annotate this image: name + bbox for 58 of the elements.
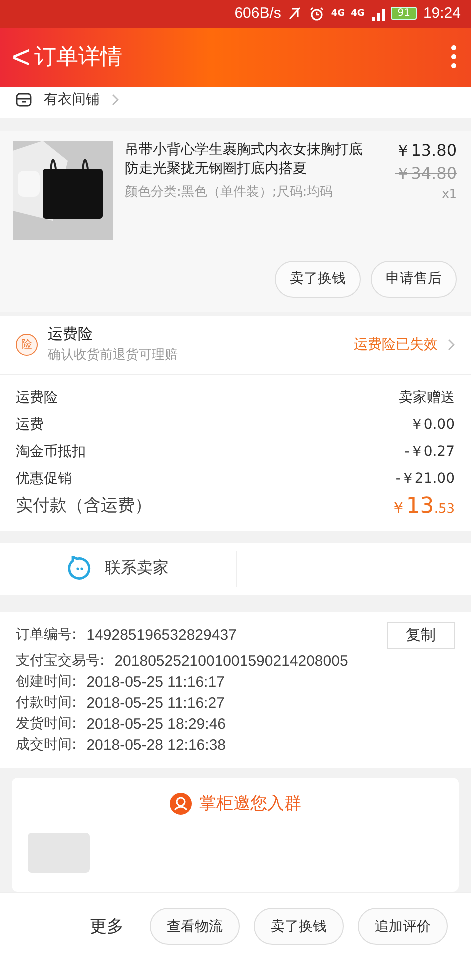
product-price: ￥13.80 [395, 140, 457, 162]
insurance-title: 运费险 [48, 325, 94, 344]
info-label: 订单编号: [16, 626, 77, 645]
page-title: 订单详情 [34, 44, 124, 72]
info-label: 支付宝交易号: [16, 652, 105, 671]
clock-time: 19:24 [423, 5, 461, 22]
insurance-status: 运费险已失效 [354, 336, 438, 354]
group-icon [170, 792, 192, 814]
copy-button[interactable]: 复制 [387, 622, 455, 649]
signal-icon [370, 6, 385, 21]
info-label: 发货时间: [16, 715, 77, 734]
info-label: 成交时间: [16, 736, 77, 755]
insurance-row[interactable]: 险 运费险 确认收货前退货可理赔 运费险已失效 [0, 316, 471, 375]
fee-value: 卖家赠送 [399, 388, 455, 408]
back-button[interactable]: < [8, 41, 35, 74]
more-button[interactable]: 更多 [90, 915, 124, 938]
original-price: ￥34.80 [395, 164, 457, 185]
chat-face-icon [67, 556, 93, 582]
product-sku: 颜色分类:黑色（单件装）;尺码:均码 [125, 184, 334, 201]
action-button[interactable]: 追加评价 [358, 908, 448, 945]
fee-value: -￥21.00 [396, 470, 455, 489]
info-value: 2018052521001001590214208005 [114, 652, 348, 672]
battery-level: 91 [390, 7, 418, 20]
chevron-icon [112, 94, 119, 106]
insurance-badge: 险 [16, 334, 38, 356]
network-label: 4G [351, 8, 365, 19]
alarm-icon [309, 6, 326, 22]
chevron-icon [448, 338, 455, 351]
product-title[interactable]: 吊带小背心学生裹胸式内衣女抹胸打底防走光聚拢无钢圈打底内搭夏 [125, 140, 365, 179]
more-icon[interactable] [451, 45, 457, 70]
fee-value: ￥0.00 [410, 416, 455, 435]
action-button[interactable]: 卖了换钱 [254, 908, 344, 945]
info-label: 付款时间: [16, 694, 77, 713]
fee-label: 优惠促销 [16, 470, 72, 489]
total-amount: ￥13.53 [390, 492, 455, 521]
total-label: 实付款（含运费） [16, 494, 152, 518]
info-value: 2018-05-25 11:16:17 [86, 673, 225, 693]
info-value: 2018-05-25 11:16:27 [86, 694, 225, 714]
fee-value: -￥0.27 [404, 442, 455, 462]
group-avatar [28, 833, 90, 873]
action-button[interactable]: 卖了换钱 [275, 260, 361, 298]
network-label: 4G [331, 8, 346, 19]
fee-label: 运费险 [16, 388, 58, 408]
action-button[interactable]: 申请售后 [371, 260, 457, 298]
fee-label: 运费 [16, 416, 44, 435]
fee-label: 淘金币抵扣 [16, 442, 86, 462]
info-label: 创建时间: [16, 673, 77, 692]
shop-row[interactable]: 有衣间铺 [0, 87, 471, 118]
info-value: 149285196532829437 [86, 626, 237, 646]
shop-name: 有衣间铺 [44, 90, 100, 109]
info-value: 2018-05-28 12:16:38 [86, 736, 226, 756]
info-value: 2018-05-25 18:29:46 [86, 715, 226, 735]
network-speed: 606B/s [234, 5, 282, 22]
product-quantity: x1 [442, 186, 457, 201]
group-invite-title: 掌柜邀您入群 [200, 793, 302, 815]
insurance-subtitle: 确认收货前退货可理赔 [48, 347, 179, 364]
shop-icon [16, 92, 32, 107]
action-button[interactable]: 查看物流 [150, 908, 240, 945]
